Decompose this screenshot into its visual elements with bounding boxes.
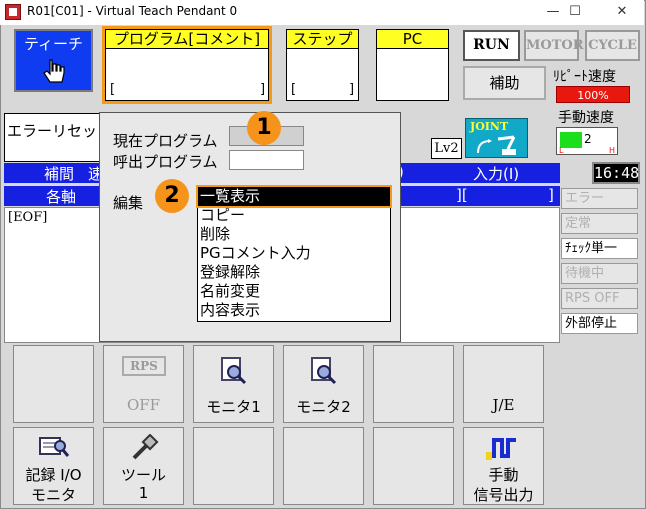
menu-item-unregister[interactable]: 登録解除 [198,263,390,282]
menu-item-list-view[interactable]: 一覧表示 [196,185,392,208]
eof-marker: [EOF] [8,210,48,225]
tool-icon [132,434,159,460]
rps-off-label: OFF [126,396,161,414]
axes-bar: 各軸 [4,186,101,206]
manual-speed-label: 手動速度 [558,110,614,126]
input-value-bar: ][ ] [398,186,560,206]
monitor2-label: モニタ2 [296,398,351,416]
window-title: R01[C01] - Virtual Teach Pendant 0 [27,4,238,18]
menu-item-delete[interactable]: 削除 [198,225,390,244]
tool-number: 1 [138,484,149,502]
step-box[interactable]: ステップ [ ] [286,29,359,101]
fkey-manual-signal[interactable]: 手動 信号出力 [463,427,544,505]
pc-header: PC [377,30,448,49]
monitor-magnifier-icon [311,357,337,385]
robot-arm-icon [477,135,516,155]
record-monitor-icon [39,437,70,457]
repeat-speed-label: ﾘﾋﾟｰﾄ速度 [553,69,616,85]
edit-menu[interactable]: 一覧表示 コピー 削除 PGコメント入力 登録解除 名前変更 内容表示 [196,185,392,322]
call-program-label: 呼出プログラム [113,153,218,171]
fkey-je[interactable]: J/E [463,345,544,423]
teach-mode-button[interactable]: ティーチ [14,29,93,92]
manual-signal-label-2: 信号出力 [473,486,534,504]
side-external-stop[interactable]: 外部停止 [561,313,638,334]
step-bracket-close: ] [349,82,355,97]
manual-signal-label: 手動 [488,466,519,484]
side-standby[interactable]: 待機中 [561,263,638,284]
side-steady[interactable]: 定常 [561,213,638,234]
clock: 16:48 [592,162,640,184]
cycle-button[interactable]: CYCLE [585,30,640,61]
record-io-label: 記録 I/O [25,466,82,484]
joint-label: JOINT [470,120,509,133]
input-bracket: ][ [456,186,468,204]
manual-speed-gauge[interactable]: 2 L H [556,127,618,155]
fkey-rps[interactable]: RPS OFF [103,345,184,423]
joint-mode-button[interactable]: JOINT [465,118,528,158]
hokan-label: 補間 [44,165,75,183]
tool-label: ツール [120,466,166,484]
record-io-label-2: モニタ [30,486,76,504]
fkey-blank-4[interactable] [283,427,364,505]
level-indicator[interactable]: Lv2 [431,138,462,159]
repeat-speed-value[interactable]: 100% [556,86,630,103]
menu-item-show-content[interactable]: 内容表示 [198,301,390,320]
program-comment-header: プログラム[コメント] [106,30,268,49]
je-label: J/E [492,396,515,414]
fkey-monitor2[interactable]: モニタ2 [283,345,364,423]
fkey-monitor1[interactable]: モニタ1 [193,345,274,423]
axes-label: 各軸 [46,188,77,206]
program-comment-box[interactable]: プログラム[コメント] [ ] [102,26,272,104]
menu-item-rename[interactable]: 名前変更 [198,282,390,301]
error-reset-button[interactable]: エラーリセッ [4,113,101,162]
manual-speed-high: H [609,146,616,155]
motor-button[interactable]: MOTOR [524,30,584,61]
fkey-record-io[interactable]: 記録 I/O モニタ [13,427,94,505]
monitor-magnifier-icon [221,357,247,385]
input-bracket-close: ] [548,186,554,204]
pc-box[interactable]: PC [376,29,449,101]
title-bar: R01[C01] - Virtual Teach Pendant 0 — ☐ ✕ [0,0,644,25]
fkey-blank-3[interactable] [193,427,274,505]
error-reset-label: エラーリセッ [7,122,98,140]
input-label: 入力(I) [473,165,520,183]
signal-pulse-icon [486,438,516,460]
app-icon [5,4,21,20]
fkey-blank-1[interactable] [13,345,94,423]
auxiliary-button[interactable]: 補助 [463,66,546,100]
hand-pointer-icon [42,59,65,83]
maximize-button[interactable]: ☐ [560,2,590,22]
program-bracket-close: ] [260,82,266,97]
side-check-single[interactable]: ﾁｪｯｸ単一 [561,238,638,259]
current-program-label: 現在プログラム [113,132,218,150]
callout-badge-2: 2 [155,179,189,213]
hokan-bar: 補間 速 [4,163,103,183]
call-program-input[interactable] [229,150,304,170]
teach-label: ティーチ [23,35,84,53]
close-button[interactable]: ✕ [607,2,637,22]
menu-item-pg-comment[interactable]: PGコメント入力 [198,244,390,263]
rps-icon: RPS [122,356,166,376]
fkey-blank-5[interactable] [373,427,454,505]
program-bracket-open: [ [110,82,116,97]
monitor1-label: モニタ1 [206,398,261,416]
manual-speed-value: 2 [584,132,592,146]
step-header: ステップ [287,30,358,49]
step-bracket-open: [ [291,82,297,97]
side-error[interactable]: エラー [561,188,638,209]
callout-badge-1: 1 [247,111,281,145]
side-rps-off[interactable]: RPS OFF [561,288,638,309]
fkey-tool[interactable]: ツール 1 [103,427,184,505]
run-button[interactable]: RUN [463,30,520,61]
menu-item-copy[interactable]: コピー [198,206,390,225]
fkey-blank-2[interactable] [373,345,454,423]
manual-speed-low: L [559,146,564,155]
edit-label: 編集 [113,194,144,212]
input-bar: ) 入力(I) [398,163,560,183]
